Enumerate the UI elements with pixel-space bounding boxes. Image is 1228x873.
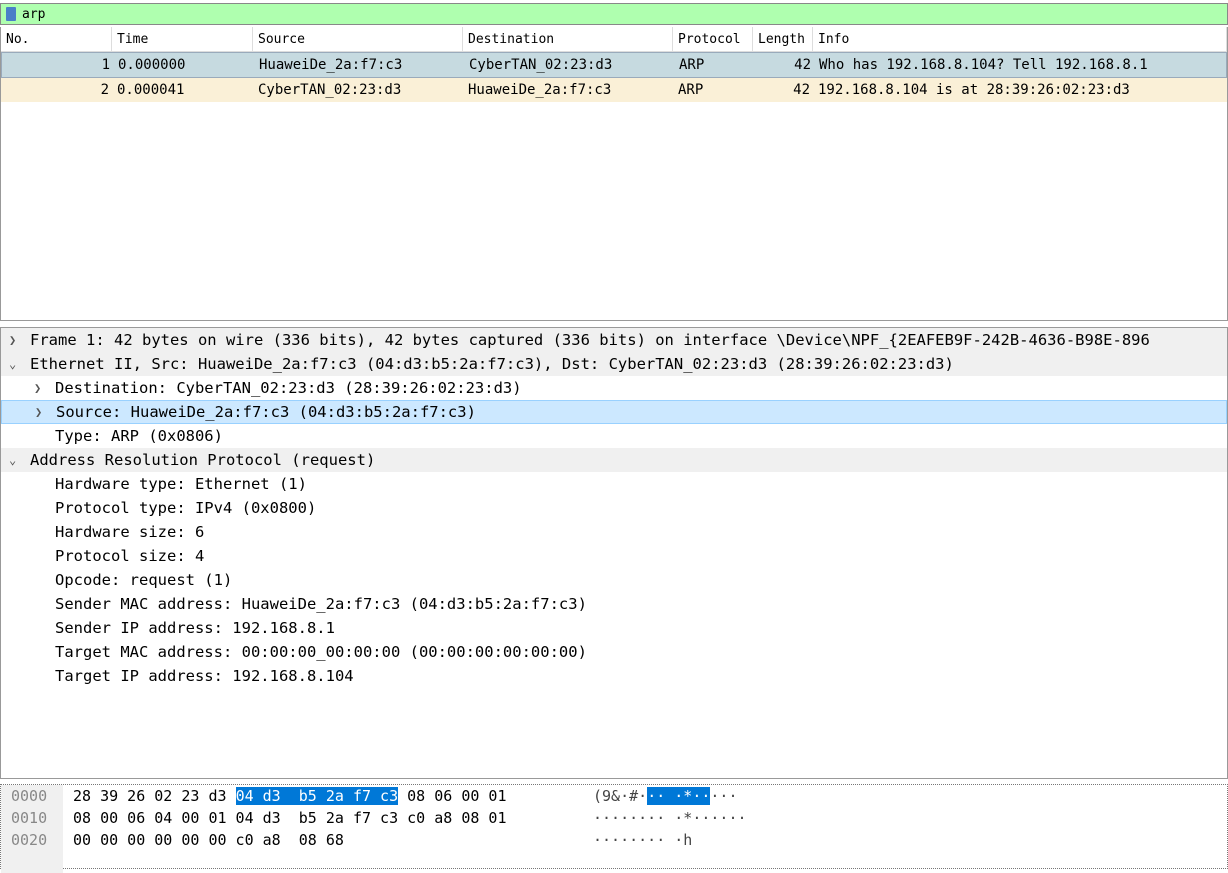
hex-row-empty (1, 851, 1227, 873)
bytes-text: 08 06 00 01 (398, 787, 507, 805)
tree-label: Hardware size: 6 (55, 523, 205, 541)
tree-label: Opcode: request (1) (55, 571, 233, 589)
hex-ascii[interactable]: ········ ·*······ (593, 807, 747, 829)
column-length[interactable]: Length (753, 27, 813, 51)
tree-item-destination[interactable]: ❯ Destination: CyberTAN_02:23:d3 (28:39:2… (1, 376, 1227, 400)
chevron-down-icon[interactable]: ⌄ (9, 352, 16, 376)
chevron-right-icon[interactable]: ❯ (34, 376, 41, 400)
tree-label: Ethernet II, Src: HuaweiDe_2a:f7:c3 (04:… (30, 355, 954, 373)
ascii-highlight: ·· ·*·· (647, 787, 711, 805)
column-protocol[interactable]: Protocol (673, 27, 753, 51)
tree-item-target-ip[interactable]: Target IP address: 192.168.8.104 (1, 664, 1227, 688)
hex-bytes[interactable]: 00 00 00 00 00 00 c0 a8 08 68 (63, 829, 593, 851)
hex-ascii[interactable]: ········ ·h (593, 829, 692, 851)
hex-row: 0000 28 39 26 02 23 d3 04 d3 b5 2a f7 c3… (1, 785, 1227, 807)
cell-length: 42 (793, 82, 810, 98)
column-destination[interactable]: Destination (463, 27, 673, 51)
hex-offset (1, 851, 63, 873)
hex-bytes[interactable]: 28 39 26 02 23 d3 04 d3 b5 2a f7 c3 08 0… (63, 785, 593, 807)
cell-protocol: ARP (679, 57, 705, 73)
tree-label: Address Resolution Protocol (request) (30, 451, 376, 469)
cell-destination: CyberTAN_02:23:d3 (469, 57, 613, 73)
hex-bytes[interactable]: 08 00 06 04 00 01 04 d3 b5 2a f7 c3 c0 a… (63, 807, 593, 829)
cell-info: Who has 192.168.8.104? Tell 192.168.8.1 (819, 57, 1148, 73)
bytes-text: 28 39 26 02 23 d3 (73, 787, 236, 805)
packet-bytes[interactable]: 0000 28 39 26 02 23 d3 04 d3 b5 2a f7 c3… (0, 784, 1228, 873)
tree-item-arp[interactable]: ⌄ Address Resolution Protocol (request) (1, 448, 1227, 472)
packet-row[interactable]: 2 0.000041 CyberTAN_02:23:d3 HuaweiDe_2a… (1, 78, 1227, 102)
tree-label: Sender IP address: 192.168.8.1 (55, 619, 335, 637)
ascii-text: ··· (710, 787, 738, 805)
column-info[interactable]: Info (813, 27, 1227, 51)
display-filter-input[interactable] (22, 6, 1227, 22)
packet-list[interactable]: No. Time Source Destination Protocol Len… (0, 27, 1228, 321)
tree-label: Destination: CyberTAN_02:23:d3 (28:39:26… (55, 379, 522, 397)
column-time[interactable]: Time (112, 27, 253, 51)
tree-item-proto-type[interactable]: Protocol type: IPv4 (0x0800) (1, 496, 1227, 520)
tree-item-ethernet[interactable]: ⌄ Ethernet II, Src: HuaweiDe_2a:f7:c3 (04… (1, 352, 1227, 376)
tree-item-sender-mac[interactable]: Sender MAC address: HuaweiDe_2a:f7:c3 (0… (1, 592, 1227, 616)
chevron-down-icon[interactable]: ⌄ (9, 448, 16, 472)
tree-item-source[interactable]: ❯ Source: HuaweiDe_2a:f7:c3 (04:d3:b5:2a:… (1, 400, 1227, 424)
hex-offset: 0000 (1, 785, 63, 807)
ascii-text: (9&·#· (593, 787, 648, 805)
hex-ascii[interactable]: (9&·#··· ·*····· (593, 785, 738, 807)
tree-item-target-mac[interactable]: Target MAC address: 00:00:00_00:00:00 (0… (1, 640, 1227, 664)
tree-label: Protocol type: IPv4 (0x0800) (55, 499, 317, 517)
chevron-right-icon[interactable]: ❯ (35, 401, 42, 423)
hex-offset: 0020 (1, 829, 63, 851)
cell-destination: HuaweiDe_2a:f7:c3 (468, 82, 612, 98)
tree-label: Protocol size: 4 (55, 547, 205, 565)
chevron-right-icon[interactable]: ❯ (9, 328, 16, 352)
cell-protocol: ARP (678, 82, 704, 98)
packet-list-header: No. Time Source Destination Protocol Len… (1, 27, 1227, 52)
packet-row[interactable]: 1 0.000000 HuaweiDe_2a:f7:c3 CyberTAN_02… (1, 52, 1227, 78)
display-filter-bar[interactable] (0, 3, 1228, 25)
tree-label: Target IP address: 192.168.8.104 (55, 667, 354, 685)
hex-row: 0010 08 00 06 04 00 01 04 d3 b5 2a f7 c3… (1, 807, 1227, 829)
tree-item-type[interactable]: Type: ARP (0x0806) (1, 424, 1227, 448)
cell-no: 2 (100, 82, 109, 98)
tree-item-hw-size[interactable]: Hardware size: 6 (1, 520, 1227, 544)
tree-label: Sender MAC address: HuaweiDe_2a:f7:c3 (0… (55, 595, 587, 613)
tree-item-frame[interactable]: ❯ Frame 1: 42 bytes on wire (336 bits), 4… (1, 328, 1227, 352)
bookmark-icon[interactable] (6, 7, 16, 21)
tree-item-opcode[interactable]: Opcode: request (1) (1, 568, 1227, 592)
cell-time: 0.000000 (118, 57, 186, 73)
column-source[interactable]: Source (253, 27, 463, 51)
hex-offset: 0010 (1, 807, 63, 829)
column-no[interactable]: No. (1, 27, 112, 51)
bytes-highlight: 04 d3 b5 2a f7 c3 (235, 787, 399, 805)
tree-label: Source: HuaweiDe_2a:f7:c3 (04:d3:b5:2a:f… (56, 403, 476, 421)
cell-time: 0.000041 (117, 82, 185, 98)
hex-row: 0020 00 00 00 00 00 00 c0 a8 08 68 ·····… (1, 829, 1227, 851)
cell-source: HuaweiDe_2a:f7:c3 (259, 57, 403, 73)
tree-label: Type: ARP (0x0806) (55, 427, 223, 445)
cell-info: 192.168.8.104 is at 28:39:26:02:23:d3 (818, 82, 1130, 98)
packet-details[interactable]: ❯ Frame 1: 42 bytes on wire (336 bits), 4… (0, 327, 1228, 779)
tree-label: Frame 1: 42 bytes on wire (336 bits), 42… (30, 331, 1150, 349)
tree-item-proto-size[interactable]: Protocol size: 4 (1, 544, 1227, 568)
cell-no: 1 (101, 57, 110, 73)
tree-label: Target MAC address: 00:00:00_00:00:00 (0… (55, 643, 587, 661)
tree-item-hw-type[interactable]: Hardware type: Ethernet (1) (1, 472, 1227, 496)
tree-item-sender-ip[interactable]: Sender IP address: 192.168.8.1 (1, 616, 1227, 640)
cell-length: 42 (794, 57, 811, 73)
cell-source: CyberTAN_02:23:d3 (258, 82, 402, 98)
tree-label: Hardware type: Ethernet (1) (55, 475, 307, 493)
